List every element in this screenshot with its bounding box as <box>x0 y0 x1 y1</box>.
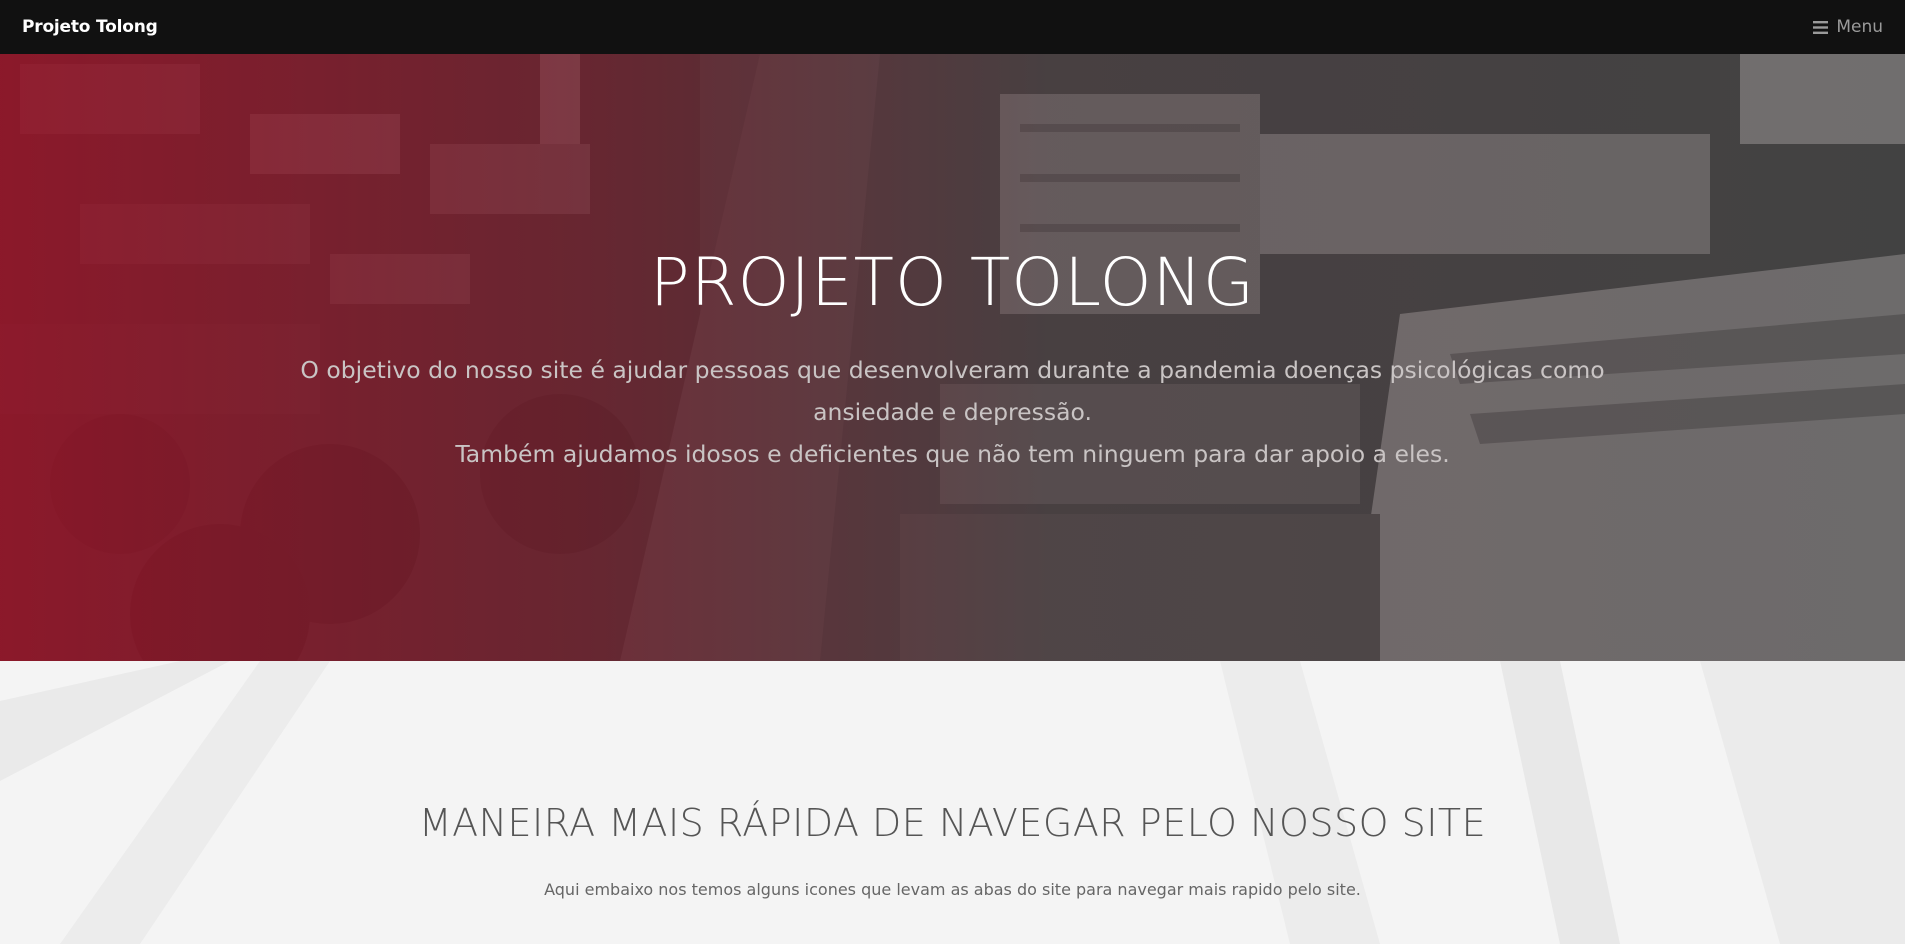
hero-title: PROJETO TOLONG <box>649 244 1256 321</box>
menu-button[interactable]: Menu <box>1813 17 1883 37</box>
navbar: Projeto Tolong Menu <box>0 0 1905 54</box>
brand-link[interactable]: Projeto Tolong <box>22 17 158 37</box>
menu-label: Menu <box>1836 17 1883 37</box>
hero-description-line-1: O objetivo do nosso site é ajudar pessoa… <box>300 356 1605 426</box>
hero-description: O objetivo do nosso site é ajudar pessoa… <box>300 349 1605 475</box>
quick-nav-title: MANEIRA MAIS RÁPIDA DE NAVEGAR PELO NOSS… <box>418 801 1487 845</box>
hero-description-line-2: Também ajudamos idosos e deficientes que… <box>455 440 1450 468</box>
hero-section: PROJETO TOLONG O objetivo do nosso site … <box>0 54 1905 661</box>
quick-nav-subtitle: Aqui embaixo nos temos alguns icones que… <box>544 880 1361 899</box>
quick-nav-section: MANEIRA MAIS RÁPIDA DE NAVEGAR PELO NOSS… <box>0 661 1905 944</box>
bars-icon <box>1813 20 1829 34</box>
